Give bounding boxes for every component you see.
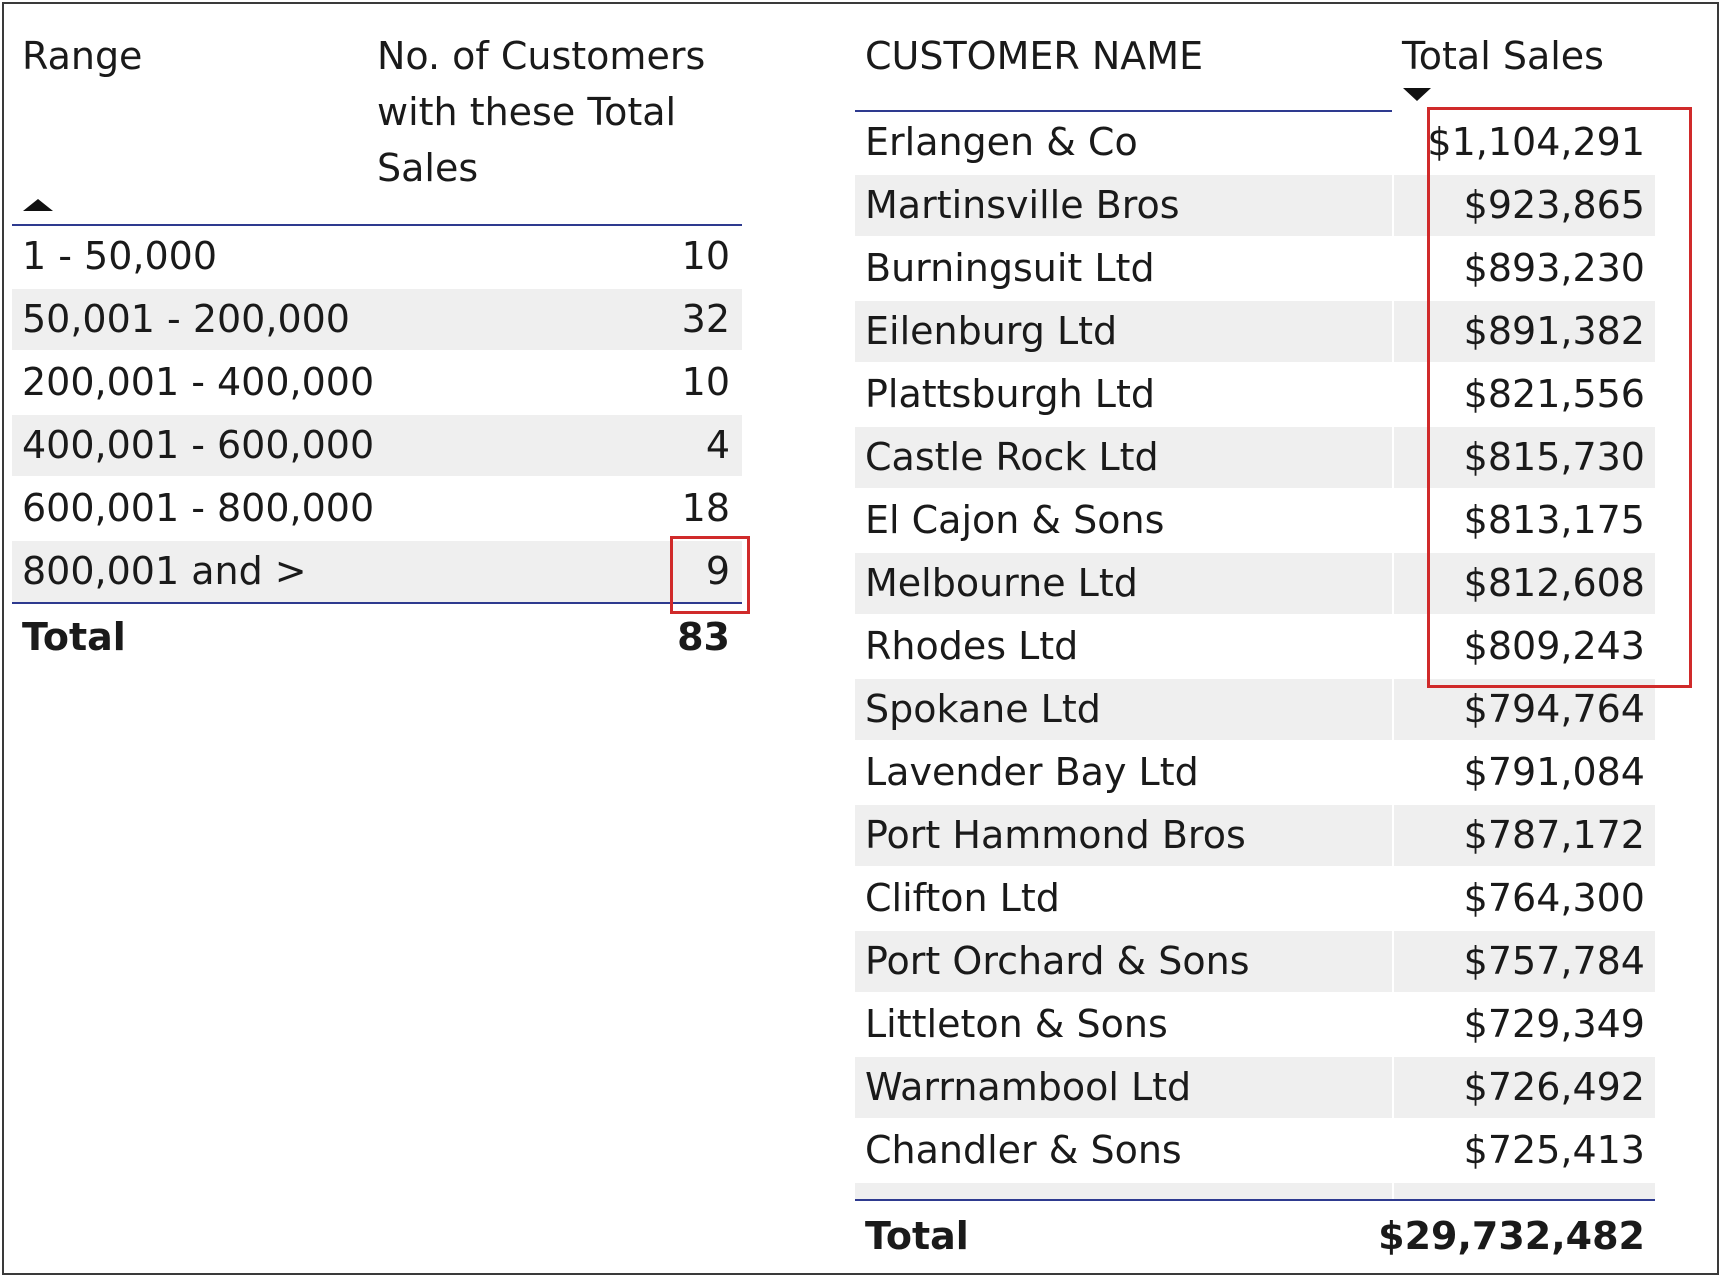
customer-name-cell: Burningsuit Ltd [865,246,1155,290]
total-sales-cell: $794,764 [1394,679,1655,740]
count-cell: 10 [681,360,730,404]
customer-name-cell: Eilenburg Ltd [855,301,1392,362]
count-cell: 32 [681,297,730,341]
table-row[interactable]: Littleton & Sons $729,349 [855,994,1655,1057]
sort-descending-icon[interactable] [1403,88,1431,101]
range-cell: 400,001 - 600,000 [22,423,375,467]
customer-name-cell: Littleton & Sons [865,1002,1168,1046]
customer-name-cell: Martinsville Bros [855,175,1392,236]
highlight-box [1427,107,1692,688]
total-label: Total [865,1214,969,1258]
total-sales-cell: $729,349 [1463,1002,1645,1046]
range-cell: 800,001 and > [22,549,307,593]
range-cell: 50,001 - 200,000 [22,297,350,341]
range-cell: 600,001 - 800,000 [22,486,375,530]
table-row[interactable]: Warrnambool Ltd $726,492 [855,1057,1655,1120]
customer-count-column-header[interactable]: No. of Customers with these Total Sales [377,28,737,196]
range-cell: 1 - 50,000 [22,234,218,278]
total-sales-cell: $725,413 [1463,1128,1645,1172]
customer-name-cell: Rhodes Ltd [865,624,1079,668]
table-row[interactable]: Lavender Bay Ltd $791,084 [855,742,1655,805]
customer-name-cell: Lavender Bay Ltd [865,750,1199,794]
sort-ascending-icon[interactable] [23,199,53,211]
table-row[interactable]: 400,001 - 600,000 4 [12,415,742,478]
partial-row [855,1183,1655,1199]
customer-table-total-row: Total $29,732,482 [855,1199,1655,1271]
count-cell: 10 [681,234,730,278]
range-column-header[interactable]: Range [22,28,142,84]
total-sales-cell: $764,300 [1463,876,1645,920]
customer-name-cell: Plattsburgh Ltd [865,372,1155,416]
table-row[interactable]: Port Hammond Bros $787,172 [855,805,1655,868]
total-sales-cell: $726,492 [1394,1057,1655,1118]
customer-name-cell: Warrnambool Ltd [855,1057,1392,1118]
count-cell: 18 [681,486,730,530]
table-row[interactable]: 600,001 - 800,000 18 [12,478,742,541]
table-row[interactable]: Chandler & Sons $725,413 [855,1120,1655,1183]
customer-name-cell: Castle Rock Ltd [855,427,1392,488]
customer-name-cell: Port Orchard & Sons [855,931,1392,992]
customer-name-cell: Clifton Ltd [865,876,1060,920]
customer-name-cell: Chandler & Sons [865,1128,1182,1172]
table-row[interactable]: 1 - 50,000 10 [12,226,742,289]
total-label: Total [22,615,126,659]
customer-name-cell: Spokane Ltd [855,679,1392,740]
count-cell: 4 [705,423,730,467]
range-table-total-row: Total 83 [12,604,742,670]
range-table-header: Range No. of Customers with these Total … [12,28,742,226]
customer-name-cell: Erlangen & Co [865,120,1138,164]
total-sales-cell: $791,084 [1463,750,1645,794]
total-value: $29,732,482 [1378,1214,1645,1258]
customer-name-column-header[interactable]: CUSTOMER NAME [865,28,1203,84]
table-row[interactable]: Spokane Ltd $794,764 [855,679,1655,742]
total-sales-cell: $757,784 [1394,931,1655,992]
highlight-box [670,536,750,614]
customer-name-cell: Melbourne Ltd [855,553,1392,614]
customer-table-header: CUSTOMER NAME Total Sales [855,28,1655,112]
total-sales-cell: $787,172 [1394,805,1655,866]
table-row[interactable]: Port Orchard & Sons $757,784 [855,931,1655,994]
total-sales-column-header[interactable]: Total Sales [1402,28,1604,84]
partial-row-cell [855,1183,1392,1199]
table-row[interactable]: Clifton Ltd $764,300 [855,868,1655,931]
table-row[interactable]: 50,001 - 200,000 32 [12,289,742,352]
customer-name-cell: Port Hammond Bros [855,805,1392,866]
partial-row-cell [1394,1183,1655,1199]
customer-name-cell: El Cajon & Sons [865,498,1165,542]
table-row[interactable]: 800,001 and > 9 [12,541,742,604]
range-table: Range No. of Customers with these Total … [12,28,742,670]
table-row[interactable]: 200,001 - 400,000 10 [12,352,742,415]
range-cell: 200,001 - 400,000 [22,360,375,404]
